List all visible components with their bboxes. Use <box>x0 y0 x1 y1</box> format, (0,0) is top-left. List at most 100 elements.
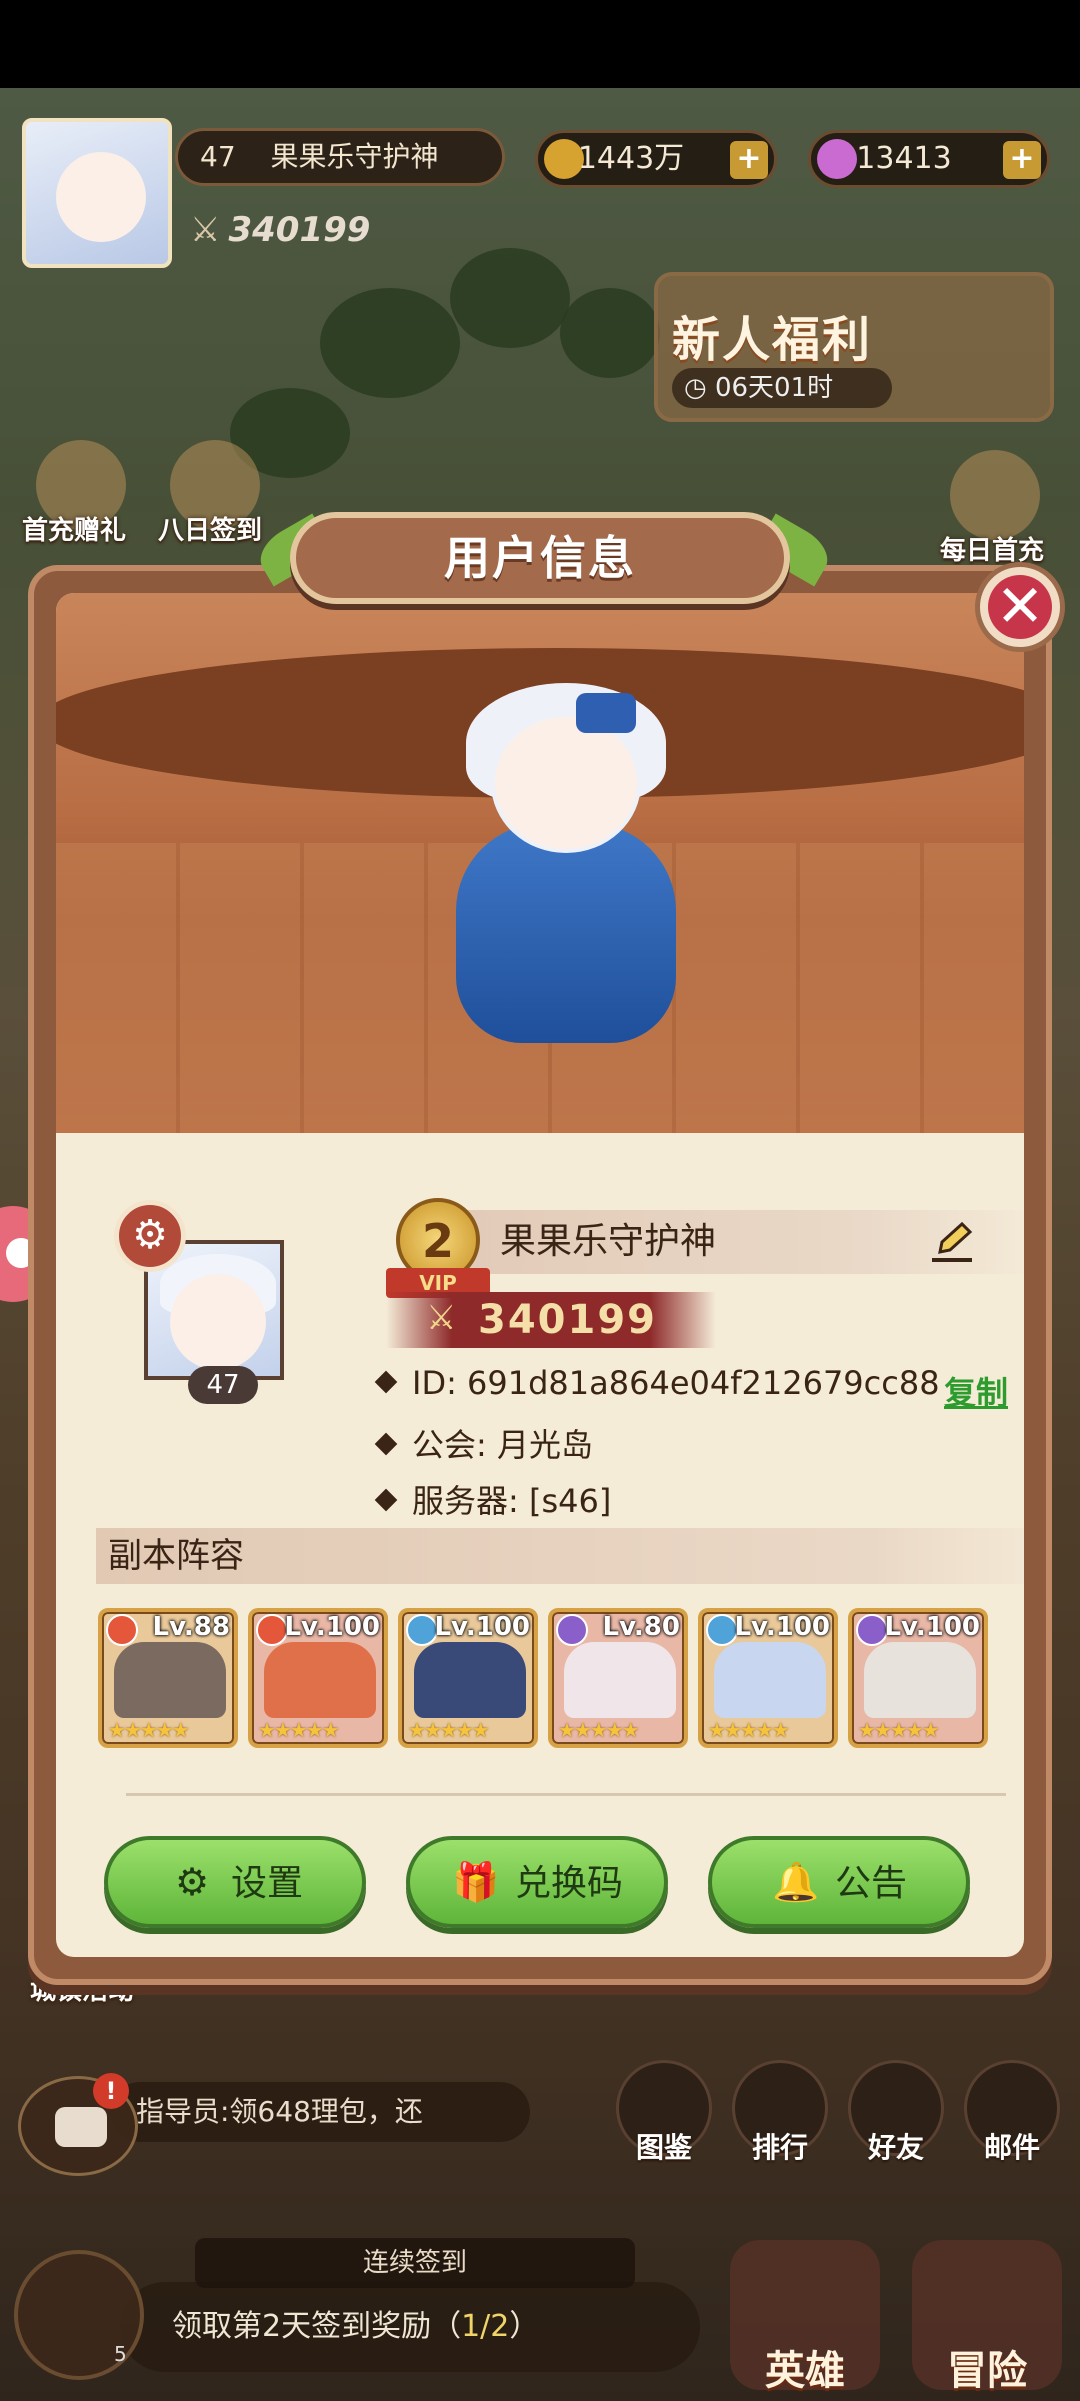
newbie-title: 新人福利 <box>672 312 873 368</box>
notice-button[interactable]: 🔔 公告 <box>708 1836 970 1928</box>
diamond-bullet-icon <box>374 1370 398 1394</box>
hero-stars: ★★★★★ <box>408 1718 490 1742</box>
signin-paren: ） <box>509 2309 540 2344</box>
add-gem-button[interactable]: + <box>1003 141 1041 179</box>
edit-name-icon[interactable] <box>930 1220 976 1266</box>
chat-ticker[interactable]: 指导员:领648理包，还 <box>110 2082 530 2142</box>
hero-label: 英雄 <box>765 2348 845 2394</box>
diamond-bullet-icon <box>374 1488 398 1512</box>
divider <box>126 1793 1006 1796</box>
hero-stars: ★★★★★ <box>558 1718 640 1742</box>
gem-value: 13413 <box>856 141 952 176</box>
hero-portrait <box>864 1642 976 1718</box>
hero-card[interactable]: Lv.100 ★★★★★ <box>398 1608 538 1748</box>
user-power: 340199 <box>478 1297 657 1343</box>
notice-label: 公告 <box>834 1863 907 1904</box>
guild-row: 公会: 月光岛 <box>374 1420 593 1466</box>
settings-label: 设置 <box>230 1863 303 1904</box>
hero-lineup: Lv.88 ★★★★★ Lv.100 ★★★★★ Lv.100 ★★★★★ Lv.80 ★★★… <box>98 1608 1024 1758</box>
hero-stars: ★★★★★ <box>858 1718 940 1742</box>
hero-card[interactable]: Lv.100 ★★★★★ <box>698 1608 838 1748</box>
adventure-label: 冒险 <box>947 2348 1027 2394</box>
hero-level: Lv.100 <box>434 1612 530 1642</box>
dialog-body: ⚙ 47 果果乐守护神 2 VIP ⚔ 340199 ID: 691d81a86… <box>56 593 1024 1957</box>
user-name: 果果乐守护神 <box>500 1221 717 1262</box>
hero-card[interactable]: Lv.100 ★★★★★ <box>248 1608 388 1748</box>
hero-portrait <box>264 1642 376 1718</box>
first-charge-label[interactable]: 首充赠礼 <box>22 510 126 547</box>
signin-gift-icon[interactable]: 5 <box>14 2250 144 2380</box>
chat-alert-badge: ! <box>93 2073 129 2109</box>
daily-charge-icon[interactable] <box>950 450 1040 540</box>
newbie-timer-value: 06天01时 <box>714 373 834 403</box>
close-icon: ✕ <box>995 572 1045 640</box>
dialog-title: 用户信息 <box>444 531 636 585</box>
signin-badge: 5 <box>114 2342 127 2366</box>
hero-card[interactable]: Lv.100 ★★★★★ <box>848 1608 988 1748</box>
player-level-bar: 47 果果乐守护神 <box>175 128 505 186</box>
avatar-settings-button[interactable]: ⚙ <box>114 1200 186 1272</box>
guild-name: 公会: 月光岛 <box>412 1426 593 1464</box>
friends-label: 好友 <box>867 2131 924 2164</box>
signin-progress: 1/2 <box>461 2309 510 2344</box>
signin-title: 连续签到 <box>195 2238 635 2288</box>
signin-reward-text: 领取第2天签到奖励（ <box>172 2309 462 2344</box>
eight-day-label[interactable]: 八日签到 <box>158 510 262 547</box>
codex-label: 图鉴 <box>635 2131 692 2164</box>
hero-level: Lv.100 <box>734 1612 830 1642</box>
dark-element-icon <box>556 1614 588 1646</box>
hero-level: Lv.88 <box>152 1612 230 1642</box>
player-name: 果果乐守护神 <box>270 140 439 173</box>
dialog-title-banner: 用户信息 <box>290 512 790 604</box>
hero-portrait <box>714 1642 826 1718</box>
diamond-bullet-icon <box>374 1432 398 1456</box>
gift-icon: 🎁 <box>452 1860 500 1904</box>
gear-icon: ⚙ <box>174 1860 210 1904</box>
swords-icon: ⚔ <box>190 210 221 250</box>
gear-icon: ⚙ <box>132 1212 168 1258</box>
newbie-timer: ◷ 06天01时 <box>672 368 892 408</box>
gem-currency: 13413 + <box>808 130 1050 188</box>
swords-icon: ⚔ <box>426 1298 457 1338</box>
chat-bubble-icon <box>55 2107 107 2147</box>
server-row: 服务器: [s46] <box>374 1476 612 1522</box>
character-stage <box>56 593 1024 1133</box>
newbie-benefits-banner[interactable]: 新人福利 ◷ 06天01时 <box>654 272 1054 422</box>
user-id-row: ID: 691d81a864e04f212679cc88 <box>374 1364 940 1402</box>
character-model <box>406 673 726 1093</box>
server-name: 服务器: [s46] <box>412 1482 612 1520</box>
user-id: ID: 691d81a864e04f212679cc88 <box>412 1364 940 1402</box>
chat-button[interactable]: ! <box>18 2073 138 2176</box>
ranking-label: 排行 <box>751 2131 808 2164</box>
hero-stars: ★★★★★ <box>258 1718 340 1742</box>
hero-stars: ★★★★★ <box>708 1718 790 1742</box>
gold-value: 1443万 <box>577 141 685 176</box>
hero-portrait <box>564 1642 676 1718</box>
hero-card[interactable]: Lv.80 ★★★★★ <box>548 1608 688 1748</box>
user-power-bar: ⚔ 340199 <box>386 1292 716 1348</box>
hero-stars: ★★★★★ <box>108 1718 190 1742</box>
close-dialog-button[interactable]: ✕ <box>975 562 1065 652</box>
player-power: ⚔ 340199 <box>190 210 370 250</box>
hero-portrait <box>114 1642 226 1718</box>
signin-reward-bar[interactable]: 领取第2天签到奖励（1/2） <box>120 2282 700 2372</box>
redeem-label: 兑换码 <box>514 1863 623 1904</box>
daily-charge-label[interactable]: 每日首充 <box>940 530 1044 567</box>
add-gold-button[interactable]: + <box>730 141 768 179</box>
settings-button[interactable]: ⚙ 设置 <box>104 1836 366 1928</box>
hero-level: Lv.100 <box>284 1612 380 1642</box>
redeem-code-button[interactable]: 🎁 兑换码 <box>406 1836 668 1928</box>
user-info-dialog: ⚙ 47 果果乐守护神 2 VIP ⚔ 340199 ID: 691d81a86… <box>28 565 1052 1985</box>
player-power-value: 340199 <box>228 210 371 250</box>
player-avatar[interactable] <box>22 118 172 268</box>
gold-currency: 1443万 + <box>535 130 777 188</box>
hero-level: Lv.80 <box>602 1612 680 1642</box>
player-level: 47 <box>200 140 236 173</box>
lineup-title: 副本阵容 <box>96 1528 1024 1584</box>
avatar-level-badge: 47 <box>188 1366 258 1404</box>
copy-id-link[interactable]: 复制 <box>944 1368 1008 1414</box>
hero-level: Lv.100 <box>884 1612 980 1642</box>
hero-portrait <box>414 1642 526 1718</box>
hero-card[interactable]: Lv.88 ★★★★★ <box>98 1608 238 1748</box>
bell-icon: 🔔 <box>772 1860 820 1904</box>
